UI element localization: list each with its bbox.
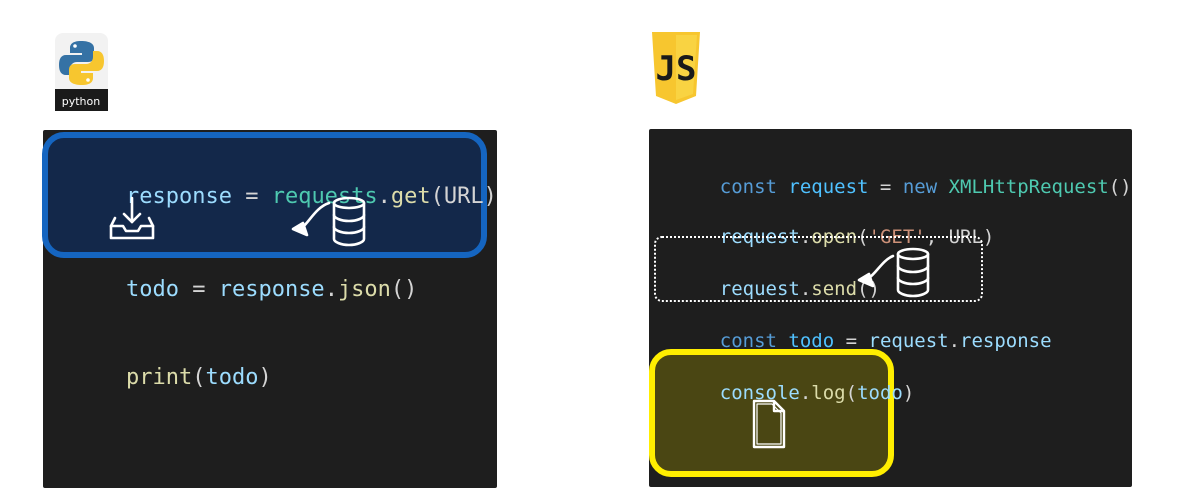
code-token: =	[868, 176, 903, 198]
document-icon	[752, 399, 786, 449]
code-token: =	[231, 184, 272, 209]
code-token: todo	[125, 277, 179, 302]
code-token: (URL)	[430, 184, 497, 209]
code-token: ()	[1108, 176, 1132, 198]
code-token: json	[337, 277, 391, 302]
code-token: todo	[205, 365, 259, 390]
python-code-panel: response = requests.get(URL) todo = resp…	[42, 130, 497, 488]
code-token: log	[811, 382, 846, 404]
js-code-line-3: request.send()	[674, 261, 880, 318]
code-token: .	[799, 278, 812, 300]
code-token: response	[960, 330, 1052, 352]
database-icon	[853, 246, 931, 298]
python-code-line-3: print(todo)	[73, 345, 272, 411]
python-code-line-2: todo = response.json()	[73, 257, 417, 323]
code-token: print	[125, 365, 193, 390]
js-code-line-5: console.log(todo)	[674, 365, 915, 422]
javascript-logo: JS	[652, 32, 700, 104]
code-token: (	[192, 365, 206, 390]
code-token: response	[218, 277, 325, 302]
js-code-line-1: const request = new XMLHttpRequest()	[674, 159, 1132, 216]
python-logo: python	[55, 33, 108, 111]
code-token: .	[799, 382, 812, 404]
javascript-code-panel: const request = new XMLHttpRequest() req…	[649, 129, 1132, 487]
database-icon	[289, 195, 367, 247]
code-token: =	[178, 277, 219, 302]
code-token: .	[948, 330, 961, 352]
code-token: .	[324, 277, 338, 302]
inbox-download-icon	[109, 196, 155, 240]
code-token: send	[811, 278, 858, 300]
code-token: request	[719, 278, 800, 300]
javascript-logo-label: JS	[656, 49, 697, 89]
code-token: ()	[390, 277, 418, 302]
code-token: get	[390, 184, 431, 209]
code-token: new	[902, 176, 949, 198]
code-token: (	[845, 382, 858, 404]
code-token: .	[377, 184, 391, 209]
python-logo-label: python	[62, 95, 101, 108]
code-token: )	[902, 382, 915, 404]
code-token: todo	[857, 382, 903, 404]
code-token: request	[788, 176, 869, 198]
code-token: )	[258, 365, 272, 390]
code-token: const	[719, 176, 789, 198]
code-token: request	[868, 330, 949, 352]
code-token: XMLHttpRequest	[948, 176, 1109, 198]
